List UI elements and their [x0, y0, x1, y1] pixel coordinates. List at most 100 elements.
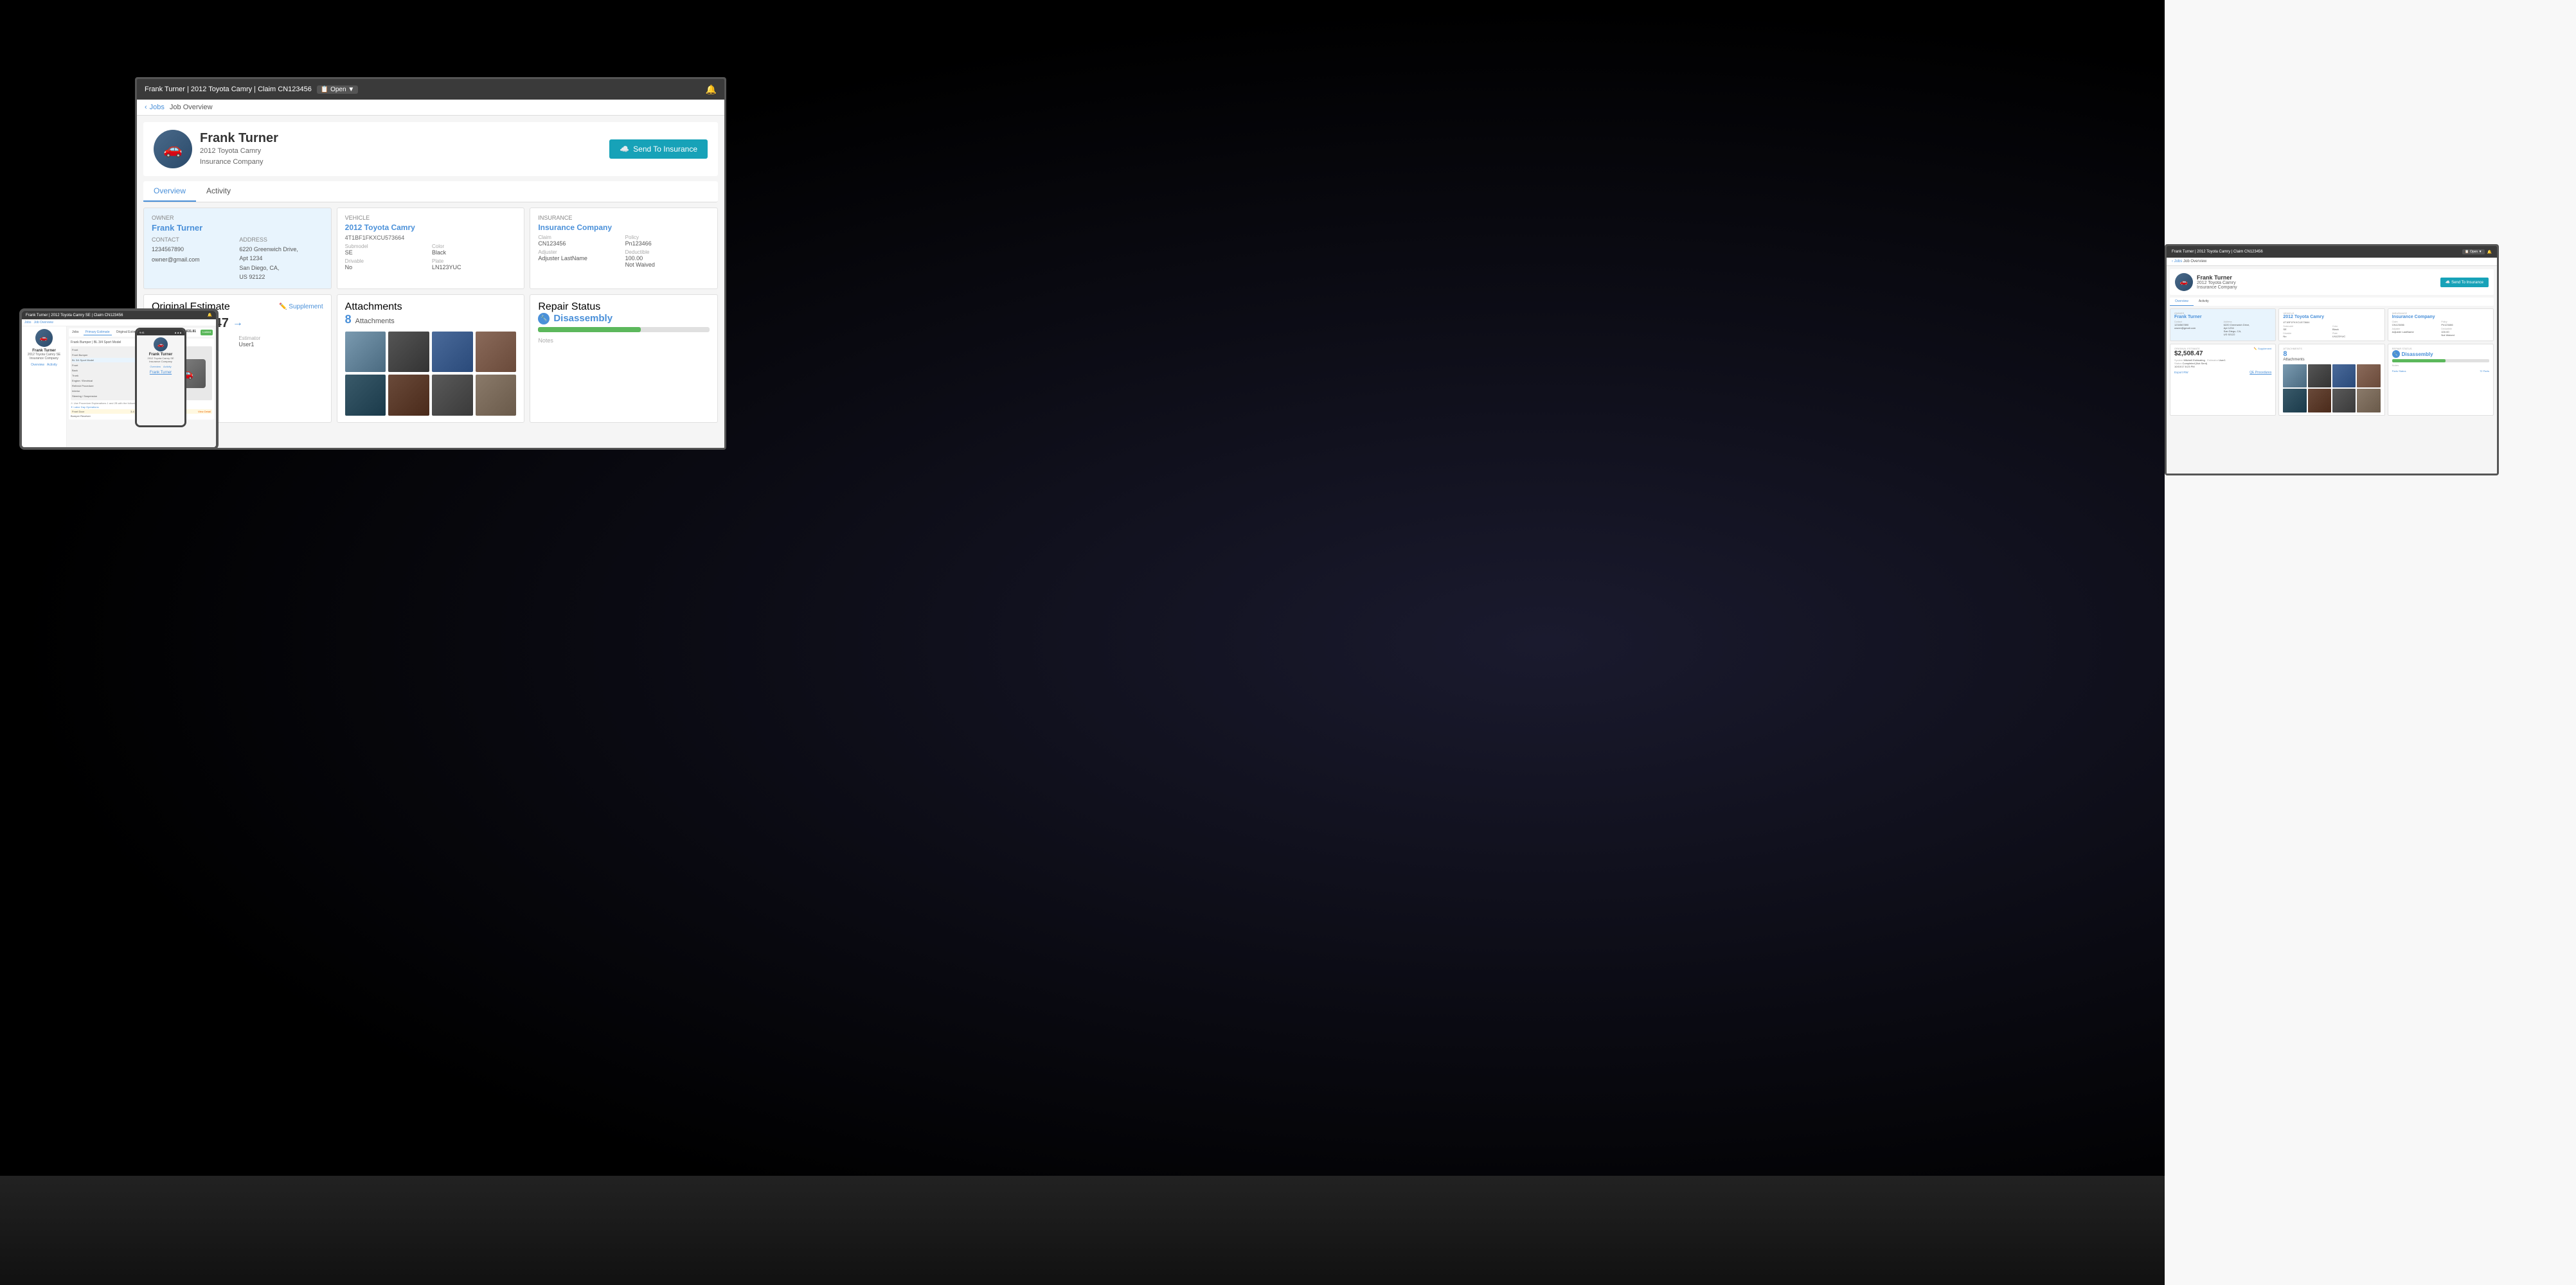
tablet-bell: 🔔	[208, 313, 212, 317]
bell-icon[interactable]: 🔔	[706, 84, 717, 95]
white-panel-right	[2165, 0, 2576, 1285]
app2-bell-icon[interactable]: 🔔	[2487, 250, 2492, 254]
app2-photo-1[interactable]	[2283, 364, 2306, 387]
app2-contact: Contact 1234567890 owner@gmail.com	[2174, 321, 2223, 336]
app2-header-right: 📋 Open ▼ 🔔	[2462, 249, 2492, 254]
app2-repair-card: Repair Status 🔧 Disassembly Notes Parts …	[2388, 344, 2494, 416]
tablet-nav-jobs[interactable]: Jobs	[24, 321, 31, 324]
attachments-card: Attachments 8 Attachments	[337, 294, 525, 423]
app2-progress-bar	[2392, 359, 2489, 362]
owner-card: Owner Frank Turner Contact 1234567890 ow…	[143, 208, 332, 289]
phone-link[interactable]: Frank Turner	[139, 371, 183, 375]
app-content: 🚗 Frank Turner 2012 Toyota Camry Insuran…	[137, 116, 724, 448]
app2-repair-title-row: 🔧 Disassembly	[2392, 350, 2489, 358]
photo-2[interactable]	[388, 332, 429, 373]
vehicle-label: Vehicle	[345, 215, 517, 221]
phone-tab-activity[interactable]: Activity	[163, 365, 172, 368]
qe-procedures-link[interactable]: QE Procedures	[2250, 371, 2271, 375]
vehicle-title: 2012 Toyota Camry	[345, 223, 517, 232]
phone-avatar: 🚗	[154, 337, 168, 351]
app2-content: 🚗 Frank Turner 2012 Toyota Camry Insuran…	[2167, 266, 2497, 474]
phone-device: 9:41 ▲▲▲ 🚗 Frank Turner 2012 Toyota Camr…	[135, 328, 186, 434]
app2-send-insurance-button[interactable]: ☁️ Send To Insurance	[2440, 278, 2489, 287]
tablet-nav-sep: Job Overview	[34, 321, 53, 324]
app2-estimate-footer: Export RW QE Procedures	[2174, 371, 2271, 375]
supplement-link[interactable]: ✏️ Supplement	[279, 303, 323, 310]
app2-insurance: Insurance Company	[2197, 285, 2237, 290]
app2-photos	[2283, 364, 2380, 412]
app2-photo-5[interactable]	[2283, 389, 2306, 412]
contact-info: 1234567890 owner@gmail.com	[152, 245, 235, 265]
phone-insurance: Insurance Company	[139, 360, 183, 363]
app2-vehicle-details: SubmodelSE ColorBlack DrivableNo PlateLN…	[2283, 325, 2380, 338]
tablet-header: Frank Turner | 2012 Toyota Camry SE | Cl…	[22, 311, 216, 319]
app2-supplement-link[interactable]: ✏️ Supplement	[2254, 347, 2271, 350]
send-to-insurance-button[interactable]: ☁️ Send To Insurance	[609, 139, 708, 159]
tabs-bar: Overview Activity	[143, 181, 718, 202]
tablet-tab-primary[interactable]: Primary Estimate	[84, 330, 112, 335]
breadcrumb-current: Job Overview	[170, 103, 213, 111]
app2-tab-activity[interactable]: Activity	[2194, 297, 2214, 306]
second-monitor-screen: Frank Turner | 2012 Toyota Camry | Claim…	[2165, 244, 2499, 475]
photo-1[interactable]	[345, 332, 386, 373]
tablet-tab-jobs[interactable]: Jobs	[70, 330, 81, 335]
second-app: Frank Turner | 2012 Toyota Camry | Claim…	[2167, 246, 2497, 474]
owner-label: Owner	[152, 215, 323, 221]
photo-5[interactable]	[345, 375, 386, 416]
avatar: 🚗	[154, 130, 192, 168]
tablet-sidebar-tabs: Overview Activity	[24, 363, 64, 367]
app2-tab-overview[interactable]: Overview	[2170, 297, 2194, 306]
app2-header: Frank Turner | 2012 Toyota Camry | Claim…	[2167, 246, 2497, 258]
progress-bar	[538, 327, 710, 332]
deductible-item: Deductible 100.00 Not Waived	[625, 249, 710, 268]
app2-customer-header: 🚗 Frank Turner 2012 Toyota Camry Insuran…	[2170, 269, 2494, 295]
photo-6[interactable]	[388, 375, 429, 416]
app2-photo-2[interactable]	[2308, 364, 2331, 387]
repair-status-card: Repair Status 🔧 Disassembly Notes	[530, 294, 718, 423]
tab-overview[interactable]: Overview	[143, 181, 196, 202]
app2-tabs: Overview Activity	[2170, 297, 2494, 306]
app2-attach-count: 8	[2283, 350, 2380, 358]
app2-photo-7[interactable]	[2332, 389, 2356, 412]
photo-8[interactable]	[476, 375, 517, 416]
app2-customer-name: Frank Turner	[2197, 274, 2237, 281]
app2-parts-count: 72 Parts	[2480, 369, 2489, 373]
attachments-count-label: Attachments	[355, 317, 395, 325]
breadcrumb-jobs-link[interactable]: Jobs	[150, 103, 165, 111]
photo-4[interactable]	[476, 332, 517, 373]
app2-jobs-link[interactable]: ‹ Jobs	[2172, 260, 2182, 263]
app2-export-link[interactable]: Export RW	[2174, 371, 2188, 375]
attachments-label: Attachments	[345, 301, 517, 313]
tablet-activity-tab[interactable]: Activity	[47, 363, 57, 367]
app2-photo-8[interactable]	[2357, 389, 2380, 412]
insurance-details: Claim CN123456 Policy Pn123466 Adjuster …	[538, 235, 710, 268]
app2-address: Address 6220 Greenwich Drive, Apt 1234 S…	[2224, 321, 2272, 336]
app2-breadcrumb: ‹ Jobs Job Overview	[2167, 258, 2497, 266]
app2-photo-4[interactable]	[2357, 364, 2380, 387]
photo-7[interactable]	[432, 375, 473, 416]
second-monitor: Frank Turner | 2012 Toyota Camry | Claim…	[2165, 244, 2499, 488]
breadcrumb: ‹ Jobs Job Overview	[137, 100, 724, 116]
photo-3[interactable]	[432, 332, 473, 373]
arrow-icon: →	[233, 317, 243, 329]
phone-tab-overview[interactable]: Overview	[150, 365, 161, 368]
phone-time: 9:41	[139, 331, 145, 334]
app2-repair-status-title: Disassembly	[2402, 351, 2433, 357]
phone-body: 🚗 Frank Turner 2012 Toyota Camry SE Insu…	[137, 335, 184, 425]
address: 6220 Greenwich Drive, Apt 1234 San Diego…	[239, 245, 323, 282]
repair-status-title: Disassembly	[553, 313, 613, 324]
app2-progress-fill	[2392, 359, 2446, 362]
app2-photo-6[interactable]	[2308, 389, 2331, 412]
tab-activity[interactable]: Activity	[196, 181, 241, 202]
attachments-count: 8	[345, 313, 352, 326]
bottom-grid: Original Estimate ✏️ Supplement 📄 $2,508…	[143, 294, 718, 423]
tablet-overview-tab[interactable]: Overview	[31, 363, 44, 367]
main-app: Frank Turner | 2012 Toyota Camry | Claim…	[137, 79, 724, 448]
app2-photo-3[interactable]	[2332, 364, 2356, 387]
address-label: Address	[239, 236, 323, 243]
app2-info-grid: Owner Frank Turner Contact 1234567890 ow…	[2170, 308, 2494, 341]
app2-customer-info: 🚗 Frank Turner 2012 Toyota Camry Insuran…	[2175, 273, 2237, 291]
app2-status-badge: 📋 Open ▼	[2462, 249, 2484, 254]
tablet-locked-badge: Locked	[201, 330, 213, 335]
phone-tabs: Overview Activity	[139, 365, 183, 368]
